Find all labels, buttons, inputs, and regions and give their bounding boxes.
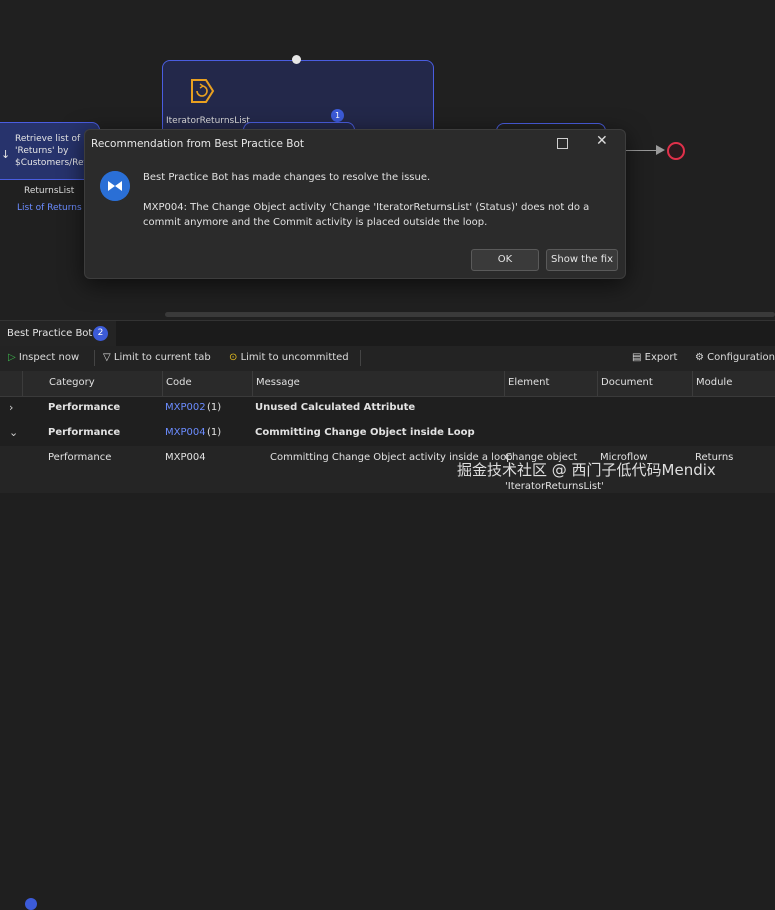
loop-icon (191, 79, 215, 103)
recommendation-dialog: Recommendation from Best Practice Bot ✕ … (84, 129, 626, 279)
configuration-button[interactable]: ⚙ Configuration (695, 352, 775, 363)
group-message: Unused Calculated Attribute (255, 402, 416, 413)
limit-current-tab-label: Limit to current tab (113, 352, 211, 363)
panel-toolbar: ▷ Inspect now ▽ Limit to current tab ⊙ L… (0, 346, 775, 371)
horizontal-scrollbar[interactable] (165, 312, 775, 317)
limit-uncommitted-label: Limit to uncommitted (240, 352, 349, 363)
uncommitted-dot-icon: ⊙ (229, 352, 238, 363)
header-category[interactable]: Category (49, 377, 95, 388)
header-element[interactable]: Element (508, 377, 549, 388)
configuration-label: Configuration (707, 352, 775, 363)
retrieve-label: Retrieve list of 'Returns' by $Customers… (15, 134, 97, 168)
maximize-icon[interactable] (557, 138, 568, 149)
column-divider (252, 371, 253, 396)
export-label: Export (644, 352, 678, 363)
group-message: Committing Change Object inside Loop (255, 427, 475, 438)
results-grid-header: Category Code Message Element Document M… (0, 371, 775, 397)
limit-uncommitted-toggle[interactable]: ⊙ Limit to uncommitted (229, 352, 349, 363)
show-fix-button[interactable]: Show the fix (546, 249, 618, 271)
group-category: Performance (48, 427, 121, 438)
export-icon: ▤ (632, 352, 642, 363)
export-button[interactable]: ▤ Export (632, 352, 677, 363)
panel-header: Best Practice Bot 2 (0, 320, 775, 347)
limit-current-tab-toggle[interactable]: ▽ Limit to current tab (103, 352, 211, 363)
group-count: (1) (207, 427, 222, 438)
loop-handle[interactable] (292, 55, 301, 64)
chevron-right-icon[interactable]: › (9, 401, 13, 414)
column-divider (692, 371, 693, 396)
chevron-down-icon[interactable]: ⌄ (9, 426, 18, 439)
row-code: MXP004 (165, 452, 206, 463)
inspect-now-button[interactable]: ▷ Inspect now (8, 352, 79, 363)
tab-best-practice-bot[interactable]: Best Practice Bot 2 (0, 321, 116, 347)
dialog-title: Recommendation from Best Practice Bot (91, 138, 304, 150)
watermark: 掘金技术社区 @ 西门子低代码Mendix (457, 461, 716, 479)
column-divider (504, 371, 505, 396)
dialog-message-detail: MXP004: The Change Object activity 'Chan… (143, 202, 590, 228)
rule-code-link[interactable]: MXP002 (165, 402, 206, 413)
group-count: (1) (207, 402, 222, 413)
flow-arrow-icon (656, 145, 665, 155)
loop-label: IteratorReturnsList (166, 116, 250, 126)
gear-icon: ⚙ (695, 352, 704, 363)
toolbar-divider (360, 350, 361, 366)
tab-label: Best Practice Bot (7, 328, 93, 339)
close-icon[interactable]: ✕ (596, 133, 608, 149)
end-event[interactable] (667, 142, 685, 160)
row-element-name[interactable]: 'IteratorReturnsList' (505, 481, 604, 492)
ok-button[interactable]: OK (471, 249, 539, 271)
dialog-message-summary: Best Practice Bot has made changes to re… (143, 172, 431, 183)
header-message[interactable]: Message (256, 377, 300, 388)
loop-badge: 1 (331, 109, 344, 122)
header-module[interactable]: Module (696, 377, 732, 388)
group-category: Performance (48, 402, 121, 413)
output-variable-name: ReturnsList (24, 186, 75, 196)
group-row-mxp002[interactable]: › Performance MXP002 (1) Unused Calculat… (0, 396, 775, 421)
issue-count-badge: 2 (93, 326, 108, 341)
rule-code-link[interactable]: MXP004 (165, 427, 206, 438)
header-document[interactable]: Document (601, 377, 653, 388)
issue-icon (25, 898, 37, 910)
row-category: Performance (48, 452, 112, 463)
header-code[interactable]: Code (166, 377, 192, 388)
column-divider (597, 371, 598, 396)
column-divider (162, 371, 163, 396)
group-row-mxp004[interactable]: ⌄ Performance MXP004 (1) Committing Chan… (0, 421, 775, 446)
retrieve-icon: ↓ (1, 148, 11, 161)
toolbar-divider (94, 350, 95, 366)
best-practice-bot-icon (100, 171, 130, 201)
filter-icon: ▽ (103, 352, 111, 363)
output-variable-type: List of Returns (17, 203, 82, 213)
play-icon: ▷ (8, 352, 16, 363)
column-divider (22, 371, 23, 396)
inspect-now-label: Inspect now (18, 352, 80, 363)
